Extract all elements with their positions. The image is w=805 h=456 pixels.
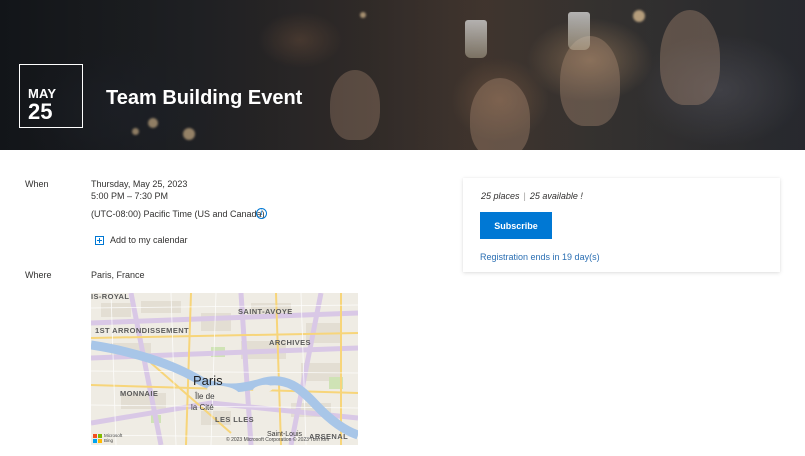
event-location: Paris, France xyxy=(91,270,145,280)
microsoft-logo-icon xyxy=(93,433,102,443)
event-date: Thursday, May 25, 2023 xyxy=(91,179,188,189)
places-available: 25 available ! xyxy=(529,191,583,201)
when-label: When xyxy=(25,179,49,189)
map-city-label: Paris xyxy=(193,373,223,388)
event-title: Team Building Event xyxy=(106,87,303,109)
where-label: Where xyxy=(25,270,52,280)
map-label-royal: IS-ROYAL xyxy=(91,293,130,301)
registration-deadline: Registration ends in 19 day(s) xyxy=(480,252,600,262)
location-map[interactable]: IS-ROYAL 1ST ARRONDISSEMENT SAINT-AVOYE … xyxy=(91,293,358,445)
add-to-calendar-label: Add to my calendar xyxy=(110,235,188,245)
calendar-add-icon xyxy=(95,235,104,245)
event-timezone: (UTC-08:00) Pacific Time (US and Canada) xyxy=(91,209,265,219)
map-provider-line2: Bing xyxy=(104,438,114,443)
event-date-box: MAY 25 xyxy=(19,64,83,128)
subscription-card: 25 places | 25 available ! Subscribe Regis… xyxy=(463,178,780,272)
map-label-les-halles: LES LLES xyxy=(215,415,255,424)
map-label-saint-avoye: SAINT-AVOYE xyxy=(238,307,293,316)
map-label-arrondissement: 1ST ARRONDISSEMENT xyxy=(95,326,190,335)
event-banner: MAY 25 Team Building Event xyxy=(0,0,805,150)
add-to-calendar-link[interactable]: Add to my calendar xyxy=(95,234,188,246)
map-copyright: © 2023 Microsoft Corporation © 2023 TomT… xyxy=(226,437,330,443)
map-label-ile-de: Île de xyxy=(195,392,215,401)
places-summary: 25 places | 25 available ! xyxy=(481,191,583,201)
places-separator: | xyxy=(523,191,526,201)
event-time: 5:00 PM – 7:30 PM xyxy=(91,191,169,201)
map-label-la-cite: la Cité xyxy=(191,403,214,412)
bing-logo: Microsoft Bing xyxy=(93,433,122,443)
places-total: 25 places xyxy=(481,191,520,201)
info-icon[interactable]: i xyxy=(256,208,267,219)
subscribe-button[interactable]: Subscribe xyxy=(480,212,552,239)
map-label-monnaie: MONNAIE xyxy=(120,389,159,398)
map-label-archives: ARCHIVES xyxy=(269,338,311,347)
event-day: 25 xyxy=(28,99,53,124)
